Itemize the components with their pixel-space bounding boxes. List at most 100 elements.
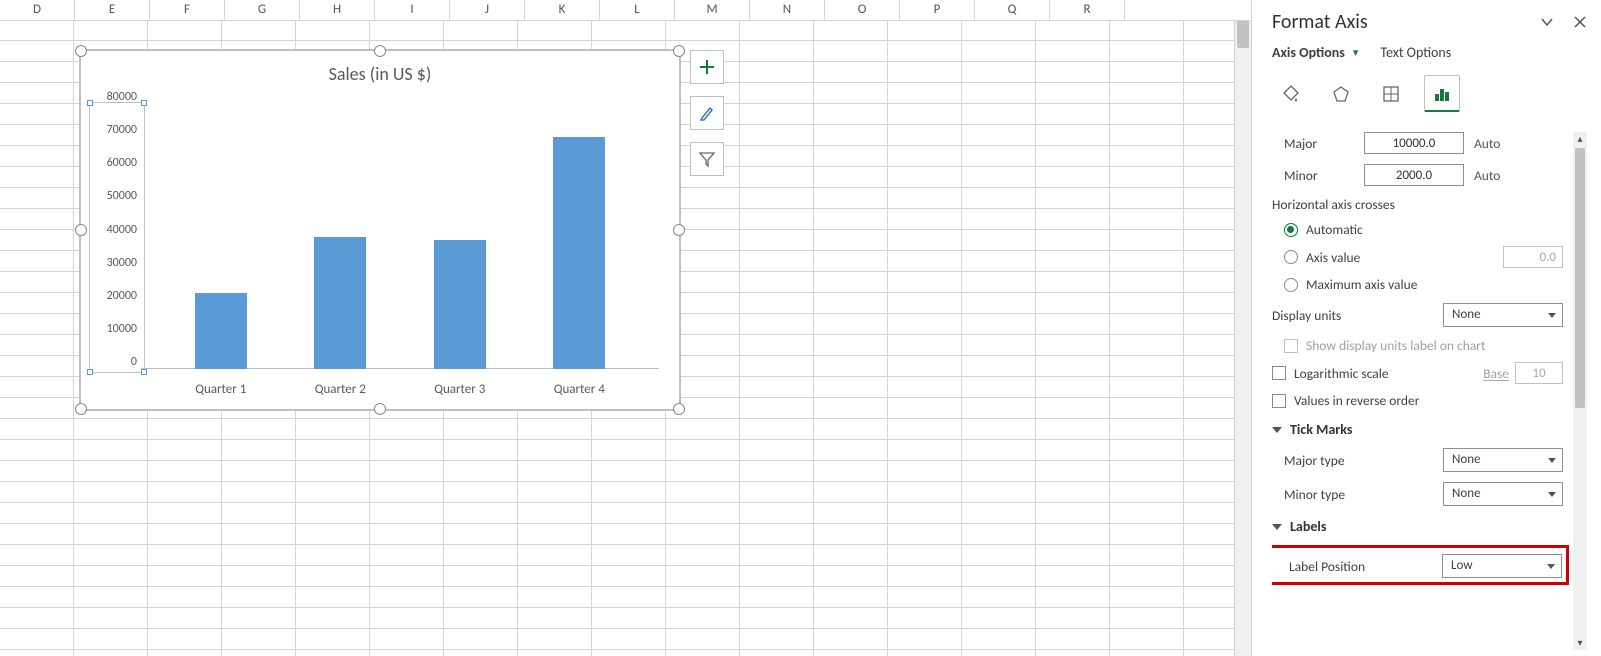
minor-unit-input[interactable]: 2000.0 — [1364, 164, 1464, 186]
checkbox-icon — [1284, 339, 1298, 353]
log-scale-check[interactable]: Logarithmic scale Base 10 — [1272, 362, 1563, 384]
reverse-order-check[interactable]: Values in reverse order — [1272, 392, 1563, 409]
x-axis-tick-label[interactable]: Quarter 2 — [314, 382, 366, 397]
chart-elements-button[interactable] — [690, 50, 724, 84]
axis-options-icon[interactable] — [1424, 75, 1460, 112]
resize-handle[interactable] — [374, 403, 386, 415]
tab-axis-options[interactable]: Axis Options — [1272, 44, 1345, 61]
y-axis-tick-label[interactable]: 70000 — [91, 123, 137, 137]
column-header[interactable]: O — [825, 0, 900, 20]
show-display-units-check: Show display units label on chart — [1272, 337, 1563, 354]
chevron-down-icon[interactable] — [1539, 14, 1555, 30]
chart-side-buttons — [690, 50, 724, 176]
app-root: DEFGHIJKLMNOPQR Sales (in US $) 01000020… — [0, 0, 1601, 656]
y-axis-tick-label[interactable]: 20000 — [91, 289, 137, 303]
column-header[interactable]: H — [300, 0, 375, 20]
x-axis-tick-label[interactable]: Quarter 4 — [553, 382, 605, 397]
plus-icon — [698, 58, 716, 76]
chart-styles-button[interactable] — [690, 96, 724, 130]
y-axis-tick-label[interactable]: 50000 — [91, 189, 137, 203]
resize-handle[interactable] — [374, 45, 386, 57]
column-header[interactable]: D — [0, 0, 75, 20]
tab-text-options[interactable]: Text Options — [1380, 44, 1451, 61]
size-properties-icon[interactable] — [1374, 77, 1408, 111]
tick-marks-section[interactable]: Tick Marks — [1272, 421, 1563, 438]
scroll-down-icon[interactable]: ▾ — [1573, 636, 1587, 650]
axis-value-input[interactable]: 0.0 — [1503, 246, 1563, 268]
pane-scrollbar[interactable]: ▴ ▾ — [1573, 132, 1587, 650]
column-header[interactable]: J — [450, 0, 525, 20]
x-axis-tick-label[interactable]: Quarter 3 — [434, 382, 486, 397]
minor-unit-label: Minor — [1284, 167, 1354, 184]
format-axis-pane: Format Axis Axis Options ▾ Text Options — [1251, 0, 1601, 656]
column-header[interactable]: F — [150, 0, 225, 20]
y-axis-tick-label[interactable]: 80000 — [91, 90, 137, 104]
effects-icon[interactable] — [1324, 77, 1358, 111]
radio-icon — [1284, 278, 1298, 292]
minor-tick-label: Minor type — [1284, 486, 1345, 503]
y-axis-tick-label[interactable]: 30000 — [91, 256, 137, 270]
chart-filters-button[interactable] — [690, 142, 724, 176]
minor-unit-row: Minor 2000.0 Auto — [1272, 164, 1563, 186]
resize-handle[interactable] — [673, 224, 685, 236]
labels-section[interactable]: Labels — [1272, 518, 1563, 535]
column-header[interactable]: G — [225, 0, 300, 20]
category-axis-labels[interactable]: Quarter 1 Quarter 2 Quarter 3 Quarter 4 — [141, 382, 659, 397]
label-position-select[interactable]: Low — [1442, 554, 1562, 578]
minor-tick-select[interactable]: None — [1443, 482, 1563, 506]
major-unit-auto[interactable]: Auto — [1474, 135, 1510, 152]
y-axis-tick-label[interactable]: 40000 — [91, 223, 137, 237]
pane-tabs: Axis Options ▾ Text Options — [1272, 44, 1587, 61]
major-tick-row: Major type None — [1272, 448, 1563, 472]
log-base-label: Base — [1483, 365, 1509, 382]
column-header[interactable]: I — [375, 0, 450, 20]
column-header[interactable]: R — [1050, 0, 1125, 20]
pane-header: Format Axis — [1272, 6, 1587, 38]
column-header[interactable]: M — [675, 0, 750, 20]
column-header[interactable]: N — [750, 0, 825, 20]
crosses-max-value-radio[interactable]: Maximum axis value — [1272, 276, 1563, 293]
label-position-row: Label Position Low — [1277, 554, 1562, 578]
scroll-up-icon[interactable]: ▴ — [1573, 132, 1587, 146]
column-headers: DEFGHIJKLMNOPQR — [0, 0, 1251, 21]
major-unit-row: Major 10000.0 Auto — [1272, 132, 1563, 154]
major-tick-label: Major type — [1284, 452, 1345, 469]
resize-handle[interactable] — [673, 403, 685, 415]
spreadsheet-area[interactable]: DEFGHIJKLMNOPQR Sales (in US $) 01000020… — [0, 0, 1251, 656]
x-axis-tick-label[interactable]: Quarter 1 — [195, 382, 247, 397]
pane-content: Major 10000.0 Auto Minor 2000.0 Auto Hor… — [1272, 132, 1569, 650]
checkbox-icon — [1272, 394, 1286, 408]
scroll-thumb[interactable] — [1575, 148, 1585, 408]
column-header[interactable]: K — [525, 0, 600, 20]
resize-handle[interactable] — [75, 45, 87, 57]
resize-handle[interactable] — [75, 403, 87, 415]
y-axis-tick-label[interactable]: 10000 — [91, 322, 137, 336]
bar[interactable] — [553, 137, 605, 369]
major-unit-input[interactable]: 10000.0 — [1364, 132, 1464, 154]
major-tick-select[interactable]: None — [1443, 448, 1563, 472]
column-header[interactable]: Q — [975, 0, 1050, 20]
bar[interactable] — [195, 293, 247, 369]
column-header[interactable]: E — [75, 0, 150, 20]
minor-unit-auto[interactable]: Auto — [1474, 167, 1510, 184]
chevron-down-icon[interactable]: ▾ — [1353, 46, 1359, 59]
y-axis-tick-label[interactable]: 60000 — [91, 156, 137, 170]
bar-series[interactable] — [141, 106, 659, 369]
resize-handle[interactable] — [75, 224, 87, 236]
display-units-select[interactable]: None — [1443, 303, 1563, 327]
label-position-highlight: Label Position Low — [1272, 545, 1569, 585]
plot-area[interactable]: 0100002000030000400005000060000700008000… — [141, 106, 659, 369]
y-axis-tick-label[interactable]: 0 — [91, 355, 137, 369]
crosses-automatic-radio[interactable]: Automatic — [1272, 221, 1563, 238]
bar[interactable] — [314, 237, 366, 370]
column-header[interactable]: P — [900, 0, 975, 20]
fill-line-icon[interactable] — [1274, 77, 1308, 111]
sheet-vertical-scrollbar[interactable] — [1234, 0, 1251, 656]
crosses-axis-value-radio[interactable]: Axis value 0.0 — [1272, 246, 1563, 268]
chart-object[interactable]: Sales (in US $) 010000200003000040000500… — [80, 50, 680, 410]
column-header[interactable]: L — [600, 0, 675, 20]
resize-handle[interactable] — [673, 45, 685, 57]
display-units-label: Display units — [1272, 307, 1433, 324]
close-icon[interactable] — [1573, 15, 1587, 29]
bar[interactable] — [434, 240, 486, 369]
